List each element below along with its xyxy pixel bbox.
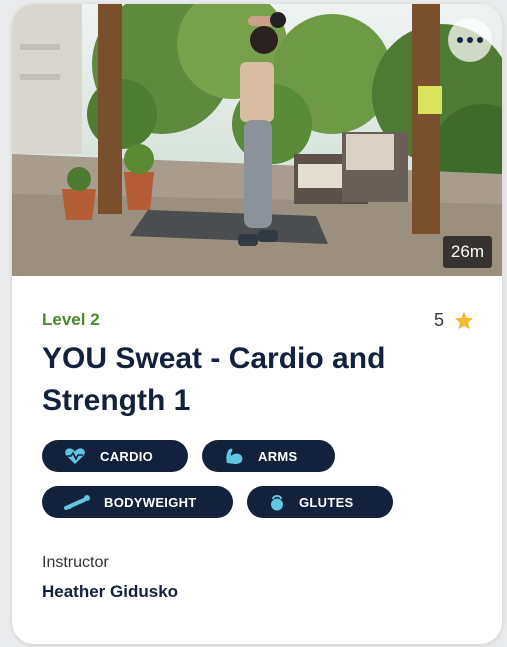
thumbnail-image: [12, 4, 502, 276]
kettlebell-icon: [271, 495, 283, 511]
tag-label: GLUTES: [299, 494, 354, 510]
workout-card[interactable]: 26m Level 2 5 YOU Sweat - Cardio and Str…: [12, 4, 502, 644]
tag-label: CARDIO: [100, 448, 154, 464]
tag-glutes[interactable]: GLUTES: [247, 486, 393, 518]
duration-badge: 26m: [442, 236, 492, 268]
tag-bodyweight[interactable]: BODYWEIGHT: [42, 486, 233, 518]
instructor-name[interactable]: Heather Gidusko: [42, 582, 178, 602]
tag-list: CARDIO ARMS BODYWEIGHT GLUTES: [42, 440, 482, 518]
level-label: Level 2: [42, 310, 100, 329]
incline-body-icon: [64, 495, 90, 510]
tag-arms[interactable]: ARMS: [202, 440, 335, 472]
workout-title: YOU Sweat - Cardio and Strength 1: [42, 342, 386, 417]
tag-label: BODYWEIGHT: [104, 494, 197, 510]
star-icon: [454, 311, 474, 330]
tag-label: ARMS: [258, 448, 298, 464]
rating: 5: [434, 310, 474, 331]
instructor-label: Instructor: [42, 554, 109, 571]
heart-pulse-icon: [65, 448, 85, 464]
more-options-button[interactable]: [448, 18, 492, 62]
workout-thumbnail[interactable]: 26m: [12, 4, 502, 276]
tag-cardio[interactable]: CARDIO: [42, 440, 188, 472]
more-dots-icon: [457, 37, 463, 43]
rating-value: 5: [433, 310, 444, 330]
flexed-arm-icon: [226, 448, 243, 464]
